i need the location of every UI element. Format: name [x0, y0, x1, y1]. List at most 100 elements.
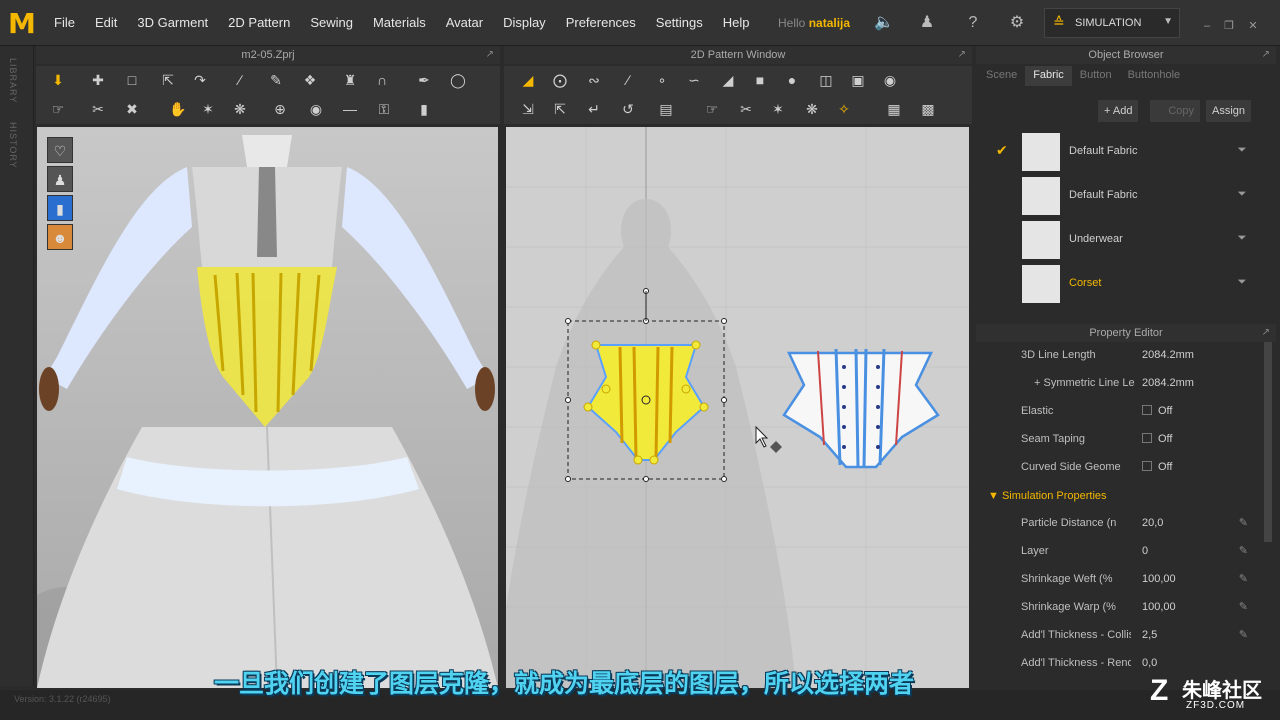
seam-taping-toggle[interactable]: Off: [1142, 433, 1246, 445]
pin-2d-icon[interactable]: ☞: [700, 98, 724, 120]
assign-button[interactable]: Assign: [1206, 100, 1252, 122]
edit-icon[interactable]: ✎: [1239, 572, 1248, 585]
select-move-icon[interactable]: ✚: [86, 69, 110, 91]
popout-icon[interactable]: ↗: [1262, 46, 1270, 64]
checkbox[interactable]: [1142, 405, 1152, 415]
menu-sewing[interactable]: Sewing: [300, 0, 363, 46]
needle-icon[interactable]: ✒: [412, 69, 436, 91]
side-tab-history[interactable]: HISTORY: [8, 122, 18, 169]
popout-icon[interactable]: ↗: [486, 46, 494, 64]
tape-icon[interactable]: ▮: [412, 98, 436, 120]
pin-icon[interactable]: ☞: [46, 98, 70, 120]
polygon-icon[interactable]: ∘: [650, 69, 674, 91]
internal-rectangle-icon[interactable]: ▣: [846, 69, 870, 91]
cloth-icon[interactable]: ✶: [196, 98, 220, 120]
menu-materials[interactable]: Materials: [363, 0, 436, 46]
avatar-settings-icon[interactable]: ⚙: [1006, 12, 1028, 34]
rectangle-icon[interactable]: ■: [748, 69, 772, 91]
prop-input[interactable]: 2,5: [1142, 629, 1246, 641]
show-garment-icon[interactable]: ♡: [47, 137, 73, 163]
menu-3d-garment[interactable]: 3D Garment: [127, 0, 218, 46]
show-avatar-icon[interactable]: ♟: [47, 166, 73, 192]
notch-icon[interactable]: ↵: [582, 98, 606, 120]
brush-icon[interactable]: ❖: [298, 69, 322, 91]
3d-viewport[interactable]: ♡ ♟ ▮ ☻: [37, 127, 498, 688]
fold-icon[interactable]: ↷: [188, 69, 212, 91]
garment-icon[interactable]: ♜: [338, 69, 362, 91]
checkbox[interactable]: [1142, 461, 1152, 471]
menu-settings[interactable]: Settings: [646, 0, 713, 46]
copy-button[interactable]: Copy: [1150, 100, 1200, 122]
transform-pattern-icon[interactable]: ◢: [516, 69, 540, 91]
internal-polygon-icon[interactable]: ◫: [814, 69, 838, 91]
save-icon[interactable]: ⏷: [1236, 188, 1248, 200]
segment-sewing-icon[interactable]: ✂: [734, 98, 758, 120]
prop-input[interactable]: 0: [1142, 545, 1246, 557]
sewing-mesh-icon[interactable]: ❋: [800, 98, 824, 120]
close-icon[interactable]: ✕: [1246, 20, 1260, 32]
avatar-view-icon[interactable]: ☻: [47, 224, 73, 250]
mesh-icon[interactable]: ❋: [228, 98, 252, 120]
edit-icon[interactable]: ✎: [1239, 516, 1248, 529]
tab-button[interactable]: Button: [1072, 66, 1120, 86]
side-tab-library[interactable]: LIBRARY: [8, 58, 18, 103]
add-button[interactable]: + Add: [1098, 100, 1139, 122]
elastic-toggle[interactable]: Off: [1142, 405, 1246, 417]
menu-preferences[interactable]: Preferences: [556, 0, 646, 46]
fabric-item[interactable]: Underwear ⏷: [988, 218, 1258, 262]
grading-box-icon[interactable]: ▩: [916, 98, 940, 120]
dart-icon[interactable]: ⇲: [516, 98, 540, 120]
fabric-item[interactable]: Default Fabric ⏷: [988, 174, 1258, 218]
edit-icon[interactable]: ✎: [1239, 628, 1248, 641]
menu-display[interactable]: Display: [493, 0, 556, 46]
transform-icon[interactable]: ⇱: [156, 69, 180, 91]
pants-icon[interactable]: ∩: [370, 69, 394, 91]
curve-icon[interactable]: ∽: [682, 69, 706, 91]
save-icon[interactable]: ⏷: [1236, 144, 1248, 156]
internal-circle-icon[interactable]: ◉: [878, 69, 902, 91]
prop-input[interactable]: 0,0: [1142, 657, 1246, 669]
tab-scene[interactable]: Scene: [978, 66, 1025, 86]
speaker-icon[interactable]: 🔈: [873, 12, 895, 34]
hand-icon[interactable]: ✋: [166, 98, 190, 120]
add-point-icon[interactable]: ∕: [616, 69, 640, 91]
free-sewing-icon[interactable]: ✶: [766, 98, 790, 120]
button-icon[interactable]: ◉: [304, 98, 328, 120]
minimize-icon[interactable]: –: [1200, 20, 1214, 32]
fabric-item-selected[interactable]: Corset ⏷: [988, 262, 1258, 306]
arrow-down-icon[interactable]: ⬇: [46, 69, 70, 91]
trace-icon[interactable]: ⇱: [548, 98, 572, 120]
curved-side-toggle[interactable]: Off: [1142, 461, 1246, 473]
prop-input[interactable]: 100,00: [1142, 601, 1246, 613]
prop-input[interactable]: 20,0: [1142, 517, 1246, 529]
property-scrollbar[interactable]: [1264, 342, 1272, 542]
menu-file[interactable]: File: [44, 0, 85, 46]
fabric-view-icon[interactable]: ▮: [47, 195, 73, 221]
help-icon[interactable]: ?: [962, 12, 984, 34]
simulation-dropdown[interactable]: ≙ SIMULATION ▼: [1044, 8, 1180, 38]
save-icon[interactable]: ⏷: [1236, 276, 1248, 288]
polygon-fill-icon[interactable]: ◢: [716, 69, 740, 91]
edit-curve-icon[interactable]: ∕: [228, 69, 252, 91]
menu-help[interactable]: Help: [713, 0, 760, 46]
edit-point-icon[interactable]: ⨀: [548, 69, 572, 91]
2d-pattern-viewport[interactable]: [506, 127, 969, 688]
circle-icon[interactable]: ●: [780, 69, 804, 91]
prop-input[interactable]: 100,00: [1142, 573, 1246, 585]
restore-icon[interactable]: ❐: [1222, 20, 1236, 32]
select-box-icon[interactable]: □: [120, 69, 144, 91]
texture-icon[interactable]: ▤: [654, 98, 678, 120]
menu-avatar[interactable]: Avatar: [436, 0, 493, 46]
line-icon[interactable]: —: [338, 98, 362, 120]
simulation-properties-section[interactable]: ▼ Simulation Properties: [988, 482, 1248, 510]
user-icon[interactable]: ♟: [916, 12, 938, 34]
cross-icon[interactable]: ✖: [120, 98, 144, 120]
tab-fabric[interactable]: Fabric: [1025, 66, 1072, 86]
zipper-icon[interactable]: ⚿: [372, 98, 396, 120]
grading-icon[interactable]: ▦: [882, 98, 906, 120]
checkbox[interactable]: [1142, 433, 1152, 443]
edit-icon[interactable]: ✎: [1239, 544, 1248, 557]
save-icon[interactable]: ⏷: [1236, 232, 1248, 244]
popout-icon[interactable]: ↗: [1262, 324, 1270, 342]
button-add-icon[interactable]: ⊕: [268, 98, 292, 120]
